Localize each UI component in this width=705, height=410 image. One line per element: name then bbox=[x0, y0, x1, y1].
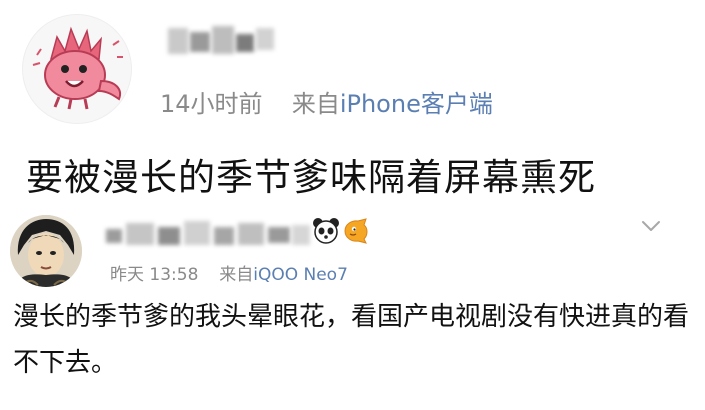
fish-emoji-icon bbox=[342, 217, 370, 245]
cartoon-creature-icon bbox=[32, 26, 123, 110]
user-avatar[interactable] bbox=[22, 14, 132, 124]
post-meta: 14小时前 来自iPhone客户端 bbox=[160, 84, 493, 119]
chevron-down-icon[interactable] bbox=[637, 212, 665, 240]
commenter-name-redacted[interactable] bbox=[104, 215, 314, 249]
comment-source-link[interactable]: iQOO Neo7 bbox=[253, 265, 348, 285]
weibo-post: 14小时前 来自iPhone客户端 要被漫长的季节爹味隔着屏幕熏死 bbox=[0, 0, 705, 205]
post-source-link[interactable]: iPhone客户端 bbox=[340, 90, 493, 118]
username-redacted[interactable] bbox=[160, 22, 280, 62]
comment-source-prefix: 来自 bbox=[219, 265, 254, 285]
post-source-prefix: 来自 bbox=[291, 90, 340, 118]
panda-emoji-icon bbox=[312, 217, 340, 245]
comment-text: 漫长的季节爹的我头晕眼花，看国产电视剧没有快进真的看不下去。 bbox=[13, 302, 690, 378]
comment-item: 昨天 13:58 来自iQOO Neo7 漫长的季节爹的我头晕眼花，看国产电视剧… bbox=[0, 205, 705, 410]
post-text: 要被漫长的季节爹味隔着屏幕熏死 bbox=[26, 156, 596, 199]
commenter-avatar[interactable] bbox=[10, 215, 82, 287]
character-portrait-icon bbox=[10, 215, 82, 287]
post-time: 14小时前 bbox=[160, 90, 263, 118]
comment-time: 昨天 13:58 bbox=[110, 265, 199, 285]
comment-meta: 昨天 13:58 来自iQOO Neo7 bbox=[110, 260, 348, 285]
